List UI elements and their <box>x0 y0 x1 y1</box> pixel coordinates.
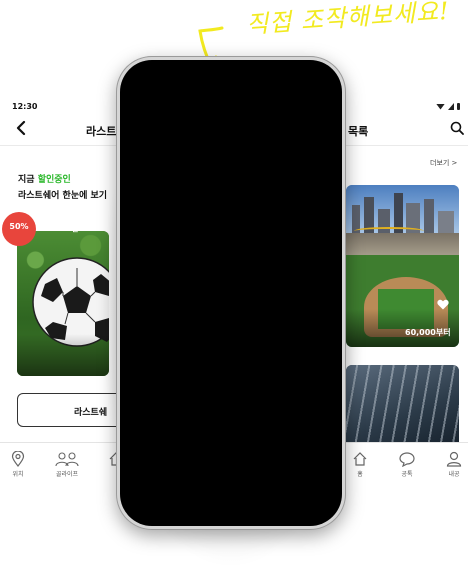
promo-line-2: 라스트쉐어 한눈에 보기 <box>18 191 108 201</box>
tab-label: 골라이프 <box>55 471 79 478</box>
status-icons <box>436 103 460 110</box>
promo-highlight: 할인중인 <box>37 175 71 185</box>
back-arrow-icon[interactable] <box>14 120 28 136</box>
heart-icon[interactable] <box>437 299 449 310</box>
person-icon <box>446 451 462 467</box>
search-icon[interactable] <box>450 121 464 135</box>
tab-chat[interactable]: 공톡 <box>387 451 427 478</box>
status-time: 12:30 <box>12 102 38 111</box>
phone-notch <box>176 60 286 82</box>
promo-prefix: 지금 <box>18 175 38 185</box>
wifi-icon <box>436 103 445 110</box>
venue-price: 60,000부터 <box>405 328 451 337</box>
promo-line-1: 지금 할인중인 <box>18 172 71 185</box>
signal-icon <box>448 103 454 110</box>
group-icon <box>55 452 79 467</box>
tab-label: 위치 <box>12 471 24 478</box>
tab-golife[interactable]: 골라이프 <box>47 451 87 478</box>
chat-bubble-icon <box>399 452 415 467</box>
tab-location[interactable]: 위치 <box>0 451 38 478</box>
phone-screen[interactable] <box>120 60 342 526</box>
location-pin-icon <box>11 451 25 467</box>
building-shape <box>438 211 454 235</box>
more-link[interactable]: 더보기 > <box>430 158 457 168</box>
discount-badge: 50% <box>2 212 36 246</box>
tab-label: 공톡 <box>401 471 413 478</box>
building-shape <box>424 199 434 235</box>
tab-profile[interactable]: 내공 <box>434 451 468 478</box>
battery-icon <box>457 103 460 110</box>
tab-label: 내공 <box>448 471 460 478</box>
try-it-hint: 직접 조작해보세요! <box>245 0 451 39</box>
